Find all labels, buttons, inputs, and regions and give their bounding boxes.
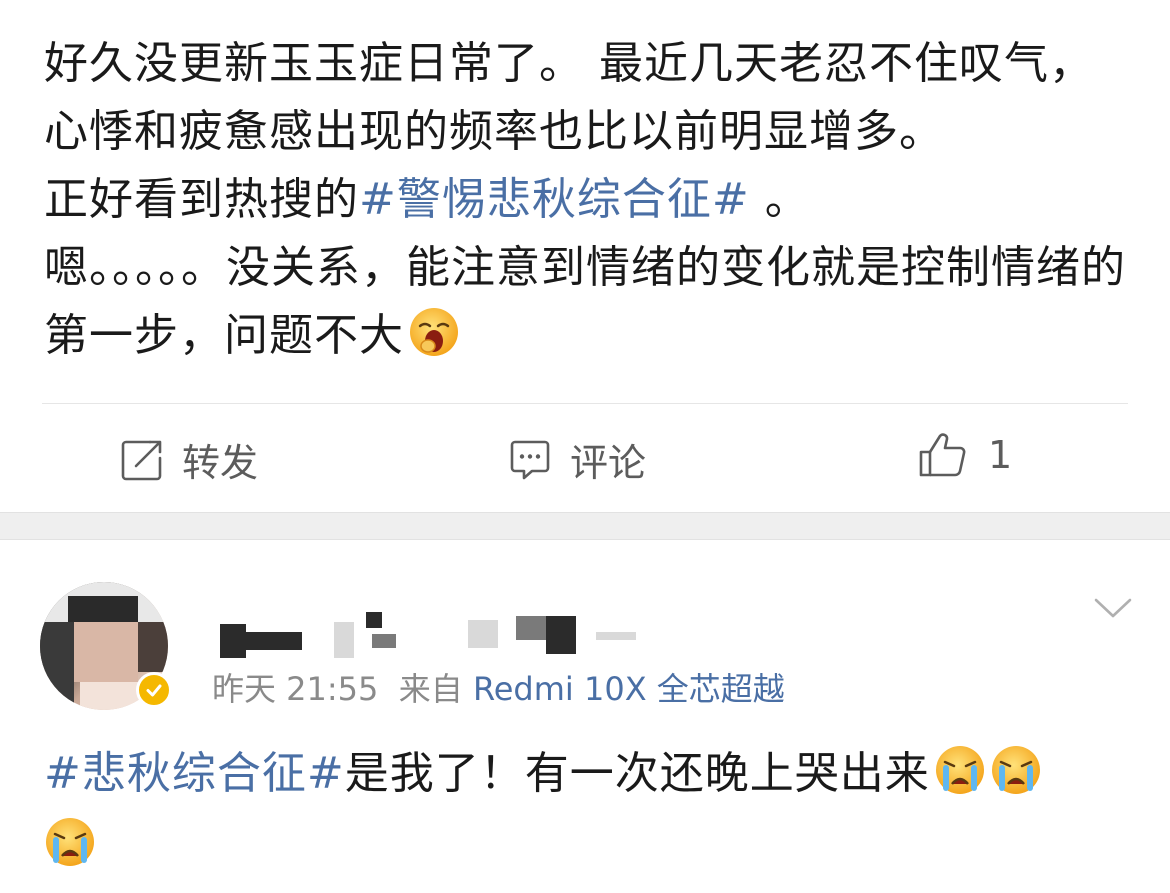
comment-source-link[interactable]: Redmi 10X 全芯超越 [473, 670, 785, 708]
yawn-emoji-icon [410, 308, 458, 356]
comment-label: 评论 [570, 441, 647, 485]
section-separator [0, 512, 1170, 540]
post-hashtag-link[interactable]: #警惕悲秋综合征# [359, 174, 750, 225]
like-button[interactable]: 1 [918, 432, 1012, 478]
crying-emoji-icon [991, 746, 1040, 794]
repost-button[interactable]: 转发 [120, 432, 258, 487]
post-action-bar: 转发 评论 1 [0, 404, 1170, 512]
crying-emoji-icon [935, 746, 984, 794]
comment-hashtag-link[interactable]: #悲秋综合征# [44, 748, 345, 799]
username-redacted[interactable] [216, 612, 646, 658]
post-body: 好久没更新玉玉症日常了。 最近几天老忍不住叹气，心悸和疲惫感出现的频率也比以前明… [44, 30, 1134, 370]
thumbs-up-icon [919, 433, 966, 477]
comment-icon [510, 440, 550, 479]
comment-time: 昨天 21:55 [212, 670, 379, 708]
comment-body: #悲秋综合征#是我了！有一次还晚上哭出来 [44, 738, 1134, 882]
comment-text: 是我了！有一次还晚上哭出来 [344, 748, 930, 799]
comment-button[interactable]: 评论 [508, 432, 646, 487]
post-text-prefix: 正好看到热搜的 [44, 174, 359, 225]
comment-from-label: 来自 [398, 670, 463, 708]
post-text-suffix: 。 [749, 174, 810, 225]
repost-icon [121, 440, 162, 480]
post-text-line-3: 嗯。。。。。没关系，能注意到情绪的变化就是控制情绪的第一步，问题不大 [44, 242, 1126, 361]
repost-label: 转发 [182, 441, 259, 485]
chevron-down-icon[interactable] [1093, 594, 1133, 626]
verified-badge-icon [136, 672, 172, 708]
comment-meta: 昨天 21:55 来自 Redmi 10X 全芯超越 [212, 664, 785, 710]
crying-emoji-icon [46, 818, 94, 866]
post-text-line-1: 好久没更新玉玉症日常了。 最近几天老忍不住叹气，心悸和疲惫感出现的频率也比以前明… [44, 38, 1094, 157]
like-count: 1 [988, 433, 1013, 477]
